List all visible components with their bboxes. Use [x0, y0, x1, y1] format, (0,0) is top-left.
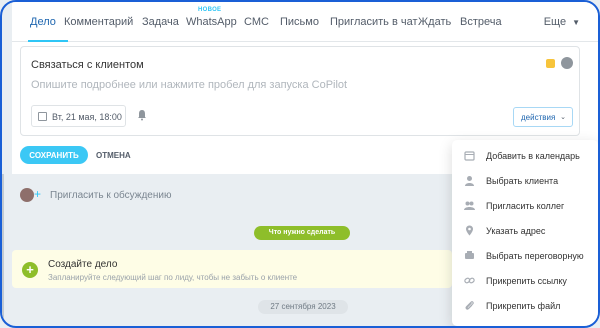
responsible-user-icon[interactable]	[561, 57, 573, 69]
tab-whatsapp[interactable]: WhatsApp	[186, 16, 237, 28]
link-icon	[464, 277, 475, 284]
add-activity-icon[interactable]: +	[22, 262, 38, 278]
menu-item-address[interactable]: Указать адрес	[452, 221, 598, 243]
chevron-down-icon: ⌄	[560, 114, 566, 121]
description-placeholder[interactable]: Опишите подробнее или нажмите пробел для…	[31, 79, 347, 91]
menu-item-invite-colleagues[interactable]: Пригласить коллег	[452, 196, 598, 218]
meeting-room-icon	[465, 251, 474, 259]
menu-item-attach-link[interactable]: Прикрепить ссылку	[452, 271, 598, 293]
menu-item-label: Пригласить коллег	[486, 201, 565, 211]
activity-tabs: Дело Комментарий Задача НОВОЕ WhatsApp С…	[12, 2, 598, 42]
actions-dropdown-button[interactable]: действия ⌄	[513, 107, 573, 127]
tab-invite-chat[interactable]: Пригласить в чат	[330, 16, 418, 28]
chevron-down-icon: ▼	[572, 18, 580, 27]
avatar	[20, 188, 34, 202]
new-badge: НОВОЕ	[198, 7, 222, 13]
menu-item-label: Выбрать переговорную	[486, 251, 584, 261]
subject-field[interactable]: Связаться с клиентом	[31, 59, 144, 71]
create-activity-title: Создайте дело	[48, 259, 118, 270]
person-icon	[465, 176, 474, 186]
menu-item-label: Прикрепить ссылку	[486, 276, 567, 286]
menu-item-label: Выбрать клиента	[486, 176, 559, 186]
plus-icon: +	[34, 187, 42, 201]
create-activity-hint: Запланируйте следующий шаг по лиду, чтоб…	[48, 273, 298, 282]
tab-task[interactable]: Задача	[142, 16, 179, 28]
invite-label: Пригласить к обсуждению	[50, 190, 172, 201]
tab-comment[interactable]: Комментарий	[64, 16, 133, 28]
cancel-button[interactable]: ОТМЕНА	[96, 151, 131, 160]
activity-editor[interactable]: Связаться с клиентом Опишите подробнее и…	[20, 46, 580, 136]
calendar-icon	[38, 112, 47, 121]
people-icon	[464, 201, 475, 210]
deadline-value: Вт, 21 мая, 18:00	[52, 112, 122, 122]
invite-to-discussion[interactable]: + Пригласить к обсуждению	[12, 187, 452, 212]
more-tabs-button[interactable]: Еще ▼	[544, 16, 580, 28]
menu-item-meeting-room[interactable]: Выбрать переговорную	[452, 246, 598, 268]
app-frame: Дело Комментарий Задача НОВОЕ WhatsApp С…	[0, 0, 600, 328]
deadline-picker[interactable]: Вт, 21 мая, 18:00	[31, 105, 126, 127]
actions-label: действия	[521, 113, 556, 122]
menu-item-label: Добавить в календарь	[486, 151, 580, 161]
menu-item-add-calendar[interactable]: Добавить в календарь	[452, 146, 598, 168]
save-button[interactable]: СОХРАНИТЬ	[20, 146, 88, 164]
timeline-line	[2, 174, 4, 326]
location-pin-icon	[466, 225, 473, 236]
more-label: Еще	[543, 16, 567, 28]
actions-menu: Добавить в календарь Выбрать клиента При…	[452, 140, 598, 326]
tab-delo[interactable]: Дело	[30, 16, 56, 28]
tab-sms[interactable]: СМС	[244, 16, 269, 28]
timeline-date-badge: 27 сентября 2023	[258, 300, 348, 314]
create-activity-card[interactable]: + Создайте дело Запланируйте следующий ш…	[12, 250, 452, 288]
todo-section-badge: Что нужно сделать	[254, 226, 350, 240]
tab-email[interactable]: Письмо	[280, 16, 319, 28]
tab-meeting[interactable]: Встреча	[460, 16, 502, 28]
menu-item-select-client[interactable]: Выбрать клиента	[452, 171, 598, 193]
calendar-icon	[464, 151, 475, 161]
menu-item-attach-file[interactable]: Прикрепить файл	[452, 296, 598, 318]
color-marker-icon[interactable]	[546, 59, 555, 68]
paperclip-icon	[465, 301, 474, 310]
bell-icon[interactable]	[137, 109, 147, 121]
menu-item-label: Прикрепить файл	[486, 301, 561, 311]
tab-wait[interactable]: Ждать	[418, 16, 451, 28]
menu-item-label: Указать адрес	[486, 226, 546, 236]
